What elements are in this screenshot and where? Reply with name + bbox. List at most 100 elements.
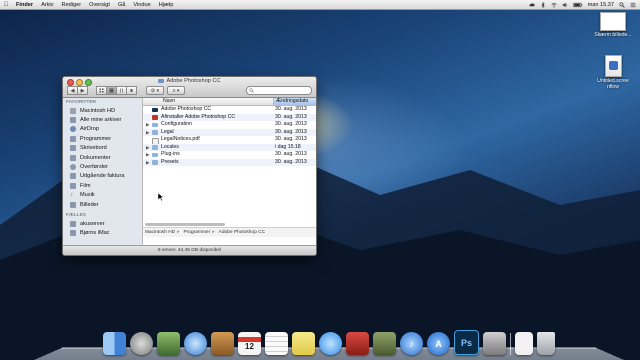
file-row-photoshop-app[interactable]: Adobe Photoshop CC 30. aug. 2013 <box>143 106 316 114</box>
disclosure-triangle-icon[interactable]: ▶ <box>146 159 149 167</box>
music-icon: ♪ <box>70 192 73 199</box>
wifi-icon[interactable] <box>550 2 557 8</box>
downloads-icon <box>70 164 76 171</box>
search-icon <box>249 88 254 93</box>
sidebar-item-outgoing-invoices[interactable]: Udgående faktura <box>63 172 142 181</box>
disclosure-triangle-icon[interactable]: ▶ <box>146 151 149 159</box>
sidebar-item-label: Musik <box>80 192 95 199</box>
screenflow-icon[interactable] <box>483 332 506 355</box>
folder-icon <box>70 173 76 180</box>
sidebar-item-macintosh-hd[interactable]: Macintosh HD <box>63 106 142 115</box>
file-name: Legal <box>161 128 174 135</box>
apple-menu-icon[interactable]:  <box>0 2 12 8</box>
sidebar-item-label: Macintosh HD <box>80 107 116 114</box>
arrange-button[interactable]: ≡ ▾ <box>167 86 185 95</box>
file-date: 30. aug. 2013 <box>275 121 307 127</box>
path-segment-programmer[interactable]: Programmer <box>182 230 211 235</box>
sidebar-item-downloads[interactable]: Overførsler <box>63 162 142 171</box>
sidebar-item-pictures[interactable]: Billeder <box>63 200 142 209</box>
grid-icon <box>99 88 104 93</box>
sidebar-item-label: Overførsler <box>80 164 108 171</box>
coverflow-view-button[interactable] <box>126 86 137 95</box>
launchpad-icon[interactable] <box>130 332 153 355</box>
column-name-header[interactable]: Navn <box>163 98 175 105</box>
action-button[interactable]: ⚙ ▾ <box>146 86 164 95</box>
path-segment-label: Macintosh HD <box>145 230 176 235</box>
safari-icon[interactable] <box>184 332 207 355</box>
finder-icon[interactable] <box>103 332 126 355</box>
sidebar-item-movies[interactable]: Film <box>63 181 142 190</box>
file-row-plug-ins[interactable]: ▶ Plug-ins 30. aug. 2013 <box>143 151 316 159</box>
list-icon[interactable] <box>630 2 636 8</box>
photo-booth-icon[interactable] <box>346 332 369 355</box>
file-row-locales[interactable]: ▶ Locales i dag 15.18 <box>143 143 316 152</box>
sidebar-item-label: Skrivebord <box>80 145 107 152</box>
document-stack-icon[interactable] <box>515 332 533 355</box>
pictures-icon <box>70 201 76 208</box>
trash-icon[interactable] <box>537 332 555 355</box>
preview-icon[interactable] <box>157 332 180 355</box>
file-row-presets[interactable]: ▶ Presets 30. aug. 2013 <box>143 158 316 167</box>
forward-button[interactable]: ▶ <box>77 86 88 95</box>
app-store-icon[interactable]: A <box>427 332 450 355</box>
desktop-file-screenshot[interactable]: Skærm billede... <box>593 12 633 38</box>
cloud-icon[interactable] <box>528 2 535 8</box>
window-title: Adobe Photoshop CC <box>63 78 316 84</box>
file-row-uninstaller[interactable]: Afinstaller Adobe Photoshop CC 30. aug. … <box>143 113 316 121</box>
disclosure-triangle-icon[interactable]: ▶ <box>146 144 149 152</box>
photoshop-icon[interactable]: Ps <box>454 330 479 355</box>
reminders-icon[interactable] <box>265 332 288 355</box>
disclosure-triangle-icon[interactable]: ▶ <box>146 121 149 129</box>
notes-icon[interactable] <box>292 332 315 355</box>
contacts-icon[interactable] <box>211 332 234 355</box>
file-name: LegalNotices.pdf <box>161 136 200 142</box>
sidebar-item-documents[interactable]: Dokumenter <box>63 153 142 162</box>
menu-arkiv[interactable]: Arkiv <box>37 2 57 8</box>
finder-window[interactable]: Adobe Photoshop CC ◀ ▶ ⚙ ▾ ≡ ▾ FAVORITTE… <box>62 76 317 256</box>
file-row-legalnotices[interactable]: LegalNotices.pdf 30. aug. 2013 <box>143 136 316 145</box>
disclosure-triangle-icon[interactable]: ▶ <box>146 129 149 137</box>
sidebar-item-music[interactable]: ♪ Musik <box>63 191 142 200</box>
desktop-file-screenflow[interactable]: Untitled.scree nflow <box>593 55 633 90</box>
file-row-configuration[interactable]: ▶ Configuration 30. aug. 2013 <box>143 121 316 129</box>
menu-oversigt[interactable]: Oversigt <box>85 2 114 8</box>
file-row-legal[interactable]: ▶ Legal 30. aug. 2013 <box>143 128 316 137</box>
horizontal-scrollbar[interactable] <box>145 223 225 226</box>
sidebar-item-desktop[interactable]: Skrivebord <box>63 144 142 153</box>
applications-icon <box>70 135 76 142</box>
nav-buttons: ◀ ▶ <box>67 86 88 95</box>
file-date: 30. aug. 2013 <box>275 106 307 112</box>
path-segment-photoshop[interactable]: Adobe Photoshop CC <box>217 230 265 235</box>
status-bar: 8 emner, 44,45 GB disponibel <box>63 245 316 255</box>
messages-icon[interactable] <box>319 332 342 355</box>
bluetooth-icon[interactable] <box>540 1 546 8</box>
sidebar-item-applications[interactable]: Programmer <box>63 134 142 143</box>
menu-clock[interactable]: man 15.37 <box>588 2 614 8</box>
sidebar-item-bjorns-imac[interactable]: Bjørns iMac <box>63 229 142 238</box>
menu-rediger[interactable]: Rediger <box>58 2 86 8</box>
menu-hjaelp[interactable]: Hjælp <box>155 2 178 8</box>
folder-icon <box>152 152 158 157</box>
menu-app-name[interactable]: Finder <box>12 2 37 8</box>
menu-vindue[interactable]: Vindue <box>129 2 154 8</box>
movies-icon <box>70 182 76 189</box>
file-name: Locales <box>161 143 179 150</box>
search-icon[interactable] <box>619 1 625 8</box>
path-segment-macintosh-hd[interactable]: Macintosh HD <box>143 230 175 235</box>
sidebar-item-label: Programmer <box>80 135 112 142</box>
itunes-icon[interactable]: ♪ <box>400 332 423 355</box>
sidebar-item-airdrop[interactable]: AirDrop <box>63 125 142 134</box>
calendar-icon[interactable]: 12 <box>238 332 261 355</box>
iphoto-icon[interactable] <box>373 332 396 355</box>
search-field[interactable] <box>246 86 312 95</box>
column-headers: Navn Ændringsdato <box>143 98 316 106</box>
battery-icon[interactable] <box>573 2 583 8</box>
sidebar-item-akuserver[interactable]: akuserver <box>63 219 142 228</box>
dock-separator <box>510 333 511 355</box>
sidebar-item-all-files[interactable]: Alle mine arkiver <box>63 115 142 124</box>
folder-icon <box>152 145 158 150</box>
window-titlebar[interactable]: Adobe Photoshop CC ◀ ▶ ⚙ ▾ ≡ ▾ <box>63 77 316 98</box>
column-date-header[interactable]: Ændringsdato <box>273 98 316 105</box>
menu-ga[interactable]: Gå <box>114 2 129 8</box>
volume-icon[interactable] <box>562 2 568 8</box>
